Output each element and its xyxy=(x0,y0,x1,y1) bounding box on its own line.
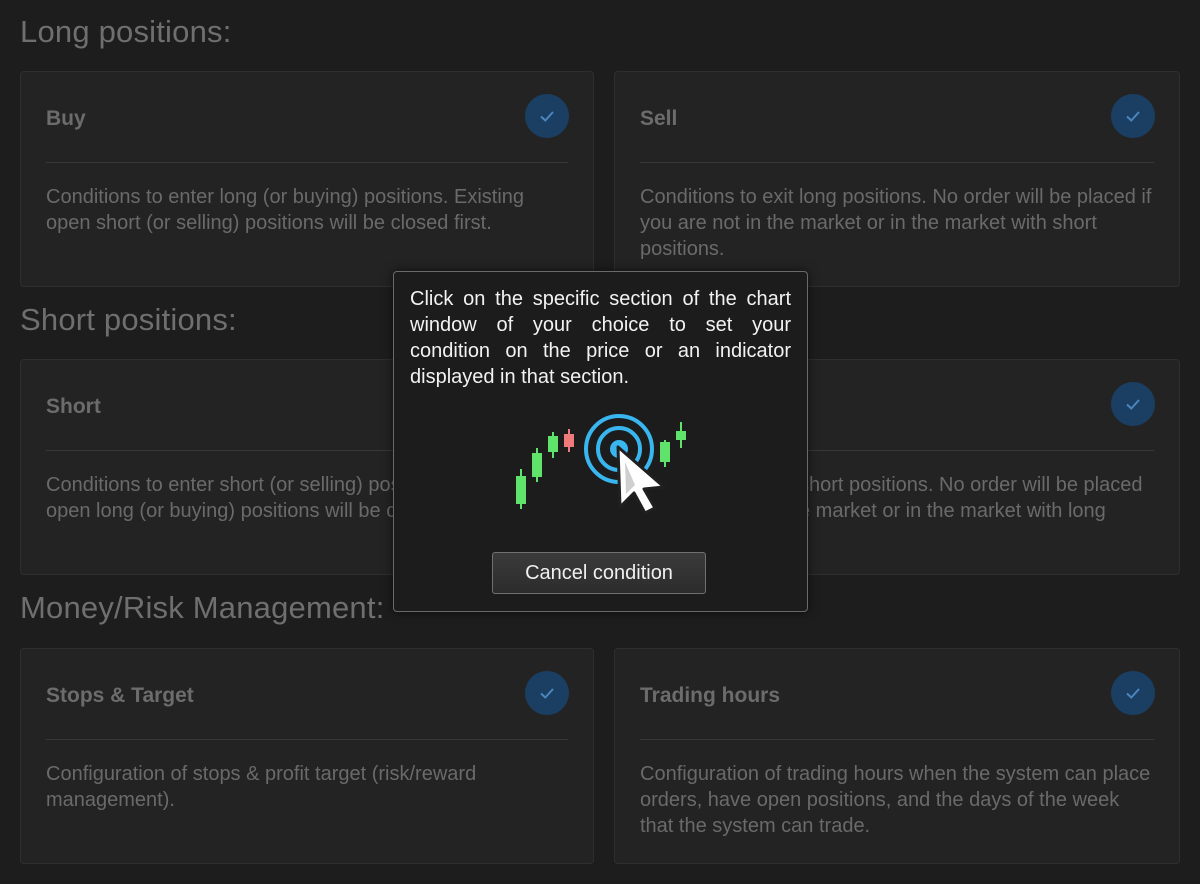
check-icon[interactable] xyxy=(1111,382,1155,426)
dialog-message: Click on the specific section of the cha… xyxy=(410,288,791,388)
divider xyxy=(46,739,568,740)
card-description: Configuration of stops & profit target (… xyxy=(46,763,477,811)
card-description: Conditions to enter long (or buying) pos… xyxy=(46,186,525,234)
card-title: Sell xyxy=(640,107,678,130)
card-buy[interactable]: Buy Conditions to enter long (or buying)… xyxy=(20,71,594,287)
divider xyxy=(46,162,568,163)
check-icon[interactable] xyxy=(1111,94,1155,138)
card-stops-target[interactable]: Stops & Target Configuration of stops & … xyxy=(20,648,594,864)
section-title-money: Money/Risk Management: xyxy=(20,590,385,625)
card-description: Configuration of trading hours when the … xyxy=(640,763,1151,837)
card-sell[interactable]: Sell Conditions to exit long positions. … xyxy=(614,71,1180,287)
select-chart-section-dialog: Click on the specific section of the cha… xyxy=(393,271,808,612)
card-title: Stops & Target xyxy=(46,684,194,707)
chart-click-icon xyxy=(516,414,686,515)
card-trading-hours[interactable]: Trading hours Configuration of trading h… xyxy=(614,648,1180,864)
check-icon[interactable] xyxy=(1111,671,1155,715)
card-title: Trading hours xyxy=(640,684,781,707)
card-title: Buy xyxy=(46,107,86,130)
check-icon[interactable] xyxy=(525,94,569,138)
section-title-short: Short positions: xyxy=(20,302,237,337)
check-icon[interactable] xyxy=(525,671,569,715)
section-title-long: Long positions: xyxy=(20,14,232,49)
card-description: Conditions to exit long positions. No or… xyxy=(640,186,1152,260)
divider xyxy=(640,739,1154,740)
cancel-condition-button[interactable]: Cancel condition xyxy=(492,552,706,594)
divider xyxy=(640,162,1154,163)
card-title: Short xyxy=(46,395,101,418)
